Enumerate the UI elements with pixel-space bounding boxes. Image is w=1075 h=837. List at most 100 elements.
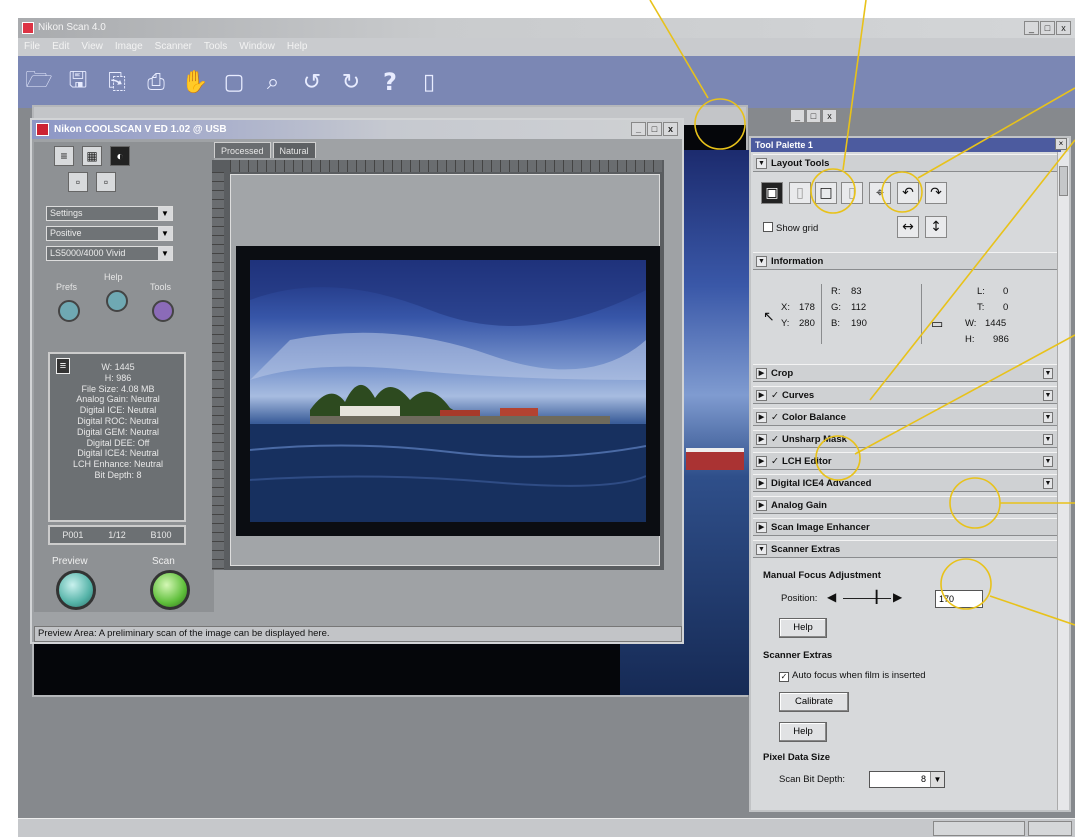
save-icon[interactable]: 🖫 (63, 67, 93, 97)
section-information[interactable]: ▼ Information (753, 252, 1057, 270)
chevron-down-icon[interactable]: ▼ (1043, 368, 1053, 379)
rotate-right-icon[interactable]: ↻ (336, 67, 366, 97)
menu-image[interactable]: Image (115, 38, 143, 56)
expand-triangle-icon[interactable]: ▶ (756, 500, 767, 511)
tab-processed[interactable]: Processed (214, 142, 271, 158)
flip-horizontal-icon[interactable]: ↔ (897, 216, 919, 238)
minimize-button[interactable]: _ (631, 122, 646, 136)
menu-view[interactable]: View (81, 38, 103, 56)
show-grid-checkbox[interactable]: Show grid (763, 222, 818, 234)
crop-icon[interactable]: ▢ (219, 67, 249, 97)
collapse-triangle-icon[interactable]: ▼ (756, 544, 767, 555)
zoom-tool-icon[interactable]: ▯ (841, 182, 863, 204)
autofocus-checkbox[interactable]: ✓ Auto focus when film is inserted (779, 670, 926, 682)
chevron-down-icon[interactable]: ▼ (1043, 434, 1053, 445)
color-model-dropdown[interactable]: LS5000/4000 Vivid ▼ (46, 246, 173, 261)
collapse-triangle-icon[interactable]: ▼ (756, 256, 767, 267)
section-curves[interactable]: ▶ ✓ Curves ▼ (753, 386, 1057, 404)
eject-left-icon[interactable]: ▫ (68, 172, 88, 192)
slider-left-arrow-icon[interactable]: ◀ (827, 590, 836, 604)
section-color-balance[interactable]: ▶ ✓ Color Balance ▼ (753, 408, 1057, 426)
copy-icon[interactable]: ⎘ (102, 67, 132, 97)
expand-triangle-icon[interactable]: ▶ (756, 478, 767, 489)
expand-triangle-icon[interactable]: ▶ (756, 412, 767, 423)
check-mark-icon[interactable]: ✓ (771, 412, 779, 423)
settings-dropdown[interactable]: Settings ▼ (46, 206, 173, 221)
minimize-button[interactable]: _ (1024, 21, 1039, 35)
tab-natural[interactable]: Natural (272, 142, 316, 158)
flip-vertical-icon[interactable]: ↕ (925, 216, 947, 238)
section-digital-ice4[interactable]: ▶ Digital ICE4 Advanced ▼ (753, 474, 1057, 492)
check-mark-icon[interactable]: ✓ (771, 434, 779, 445)
expand-triangle-icon[interactable]: ▶ (756, 434, 767, 445)
info-list-icon[interactable]: ≡ (56, 358, 70, 374)
hand-tool-icon[interactable]: ▯ (789, 182, 811, 204)
prefs-button[interactable] (58, 300, 80, 322)
autofocus-check-icon[interactable]: ✓ (779, 672, 789, 682)
close-button[interactable]: x (663, 122, 678, 136)
check-mark-icon[interactable]: ✓ (771, 456, 779, 467)
check-mark-icon[interactable]: ✓ (771, 390, 779, 401)
white-balance-picker-icon[interactable]: ⌖ (869, 182, 891, 204)
open-folder-icon[interactable]: 🗁 (24, 67, 54, 97)
film-type-icon[interactable]: ≡ (54, 146, 74, 166)
section-scanner-extras[interactable]: ▼ Scanner Extras (753, 540, 1057, 558)
color-mode-icon[interactable]: ◐ (110, 146, 130, 166)
section-scan-image-enhancer[interactable]: ▶ Scan Image Enhancer (753, 518, 1057, 536)
film-type-dropdown[interactable]: Positive ▼ (46, 226, 173, 241)
palette-close-button[interactable]: × (1055, 138, 1067, 150)
rotate-cw-icon[interactable]: ↷ (925, 182, 947, 204)
calibrate-button[interactable]: Calibrate (779, 692, 849, 712)
scrollbar-thumb[interactable] (1059, 166, 1068, 196)
menu-window[interactable]: Window (239, 38, 275, 56)
chevron-down-icon[interactable]: ▼ (1043, 456, 1053, 467)
focus-position-input[interactable]: 170 (935, 590, 983, 608)
close-button[interactable]: x (1056, 21, 1071, 35)
expand-triangle-icon[interactable]: ▶ (756, 456, 767, 467)
menu-help[interactable]: Help (287, 38, 308, 56)
help-button-extras[interactable]: Help (779, 722, 827, 742)
crop-tool-icon[interactable]: □ (815, 182, 837, 204)
help-button[interactable] (106, 290, 128, 312)
focus-slider-thumb[interactable]: ┃ (873, 590, 880, 604)
menu-edit[interactable]: Edit (52, 38, 69, 56)
help-icon[interactable]: ? (375, 67, 405, 97)
preview-image[interactable] (250, 260, 646, 522)
help-button-focus[interactable]: Help (779, 618, 827, 638)
show-grid-check-icon[interactable] (763, 222, 773, 232)
maximize-button[interactable]: □ (806, 109, 821, 123)
slider-right-arrow-icon[interactable]: ▶ (893, 590, 902, 604)
menu-scanner[interactable]: Scanner (155, 38, 192, 56)
close-button[interactable]: x (822, 109, 837, 123)
section-layout-tools[interactable]: ▼ Layout Tools (753, 154, 1057, 172)
minimize-button[interactable]: _ (790, 109, 805, 123)
expand-triangle-icon[interactable]: ▶ (756, 390, 767, 401)
section-analog-gain[interactable]: ▶ Analog Gain (753, 496, 1057, 514)
preview-button[interactable] (56, 570, 96, 610)
info-icon[interactable]: ▯ (414, 67, 444, 97)
app-system-icon[interactable] (22, 22, 34, 34)
layout-view-icon[interactable]: ▣ (761, 182, 783, 204)
maximize-button[interactable]: □ (647, 122, 662, 136)
expand-triangle-icon[interactable]: ▶ (756, 522, 767, 533)
print-icon[interactable]: ⎙ (141, 67, 171, 97)
chevron-down-icon[interactable]: ▼ (1043, 390, 1053, 401)
menu-file[interactable]: File (24, 38, 40, 56)
section-crop[interactable]: ▶ Crop ▼ (753, 364, 1057, 382)
palette-scrollbar[interactable] (1057, 152, 1069, 810)
section-lch-editor[interactable]: ▶ ✓ LCH Editor ▼ (753, 452, 1057, 470)
bit-depth-select[interactable]: 8 ▼ (869, 771, 945, 788)
rotate-left-icon[interactable]: ↺ (297, 67, 327, 97)
eject-right-icon[interactable]: ▫ (96, 172, 116, 192)
chevron-down-icon[interactable]: ▼ (1043, 412, 1053, 423)
hand-icon[interactable]: ✋ (180, 67, 210, 97)
zoom-icon[interactable]: ⌕ (258, 67, 288, 97)
chevron-down-icon[interactable]: ▼ (1043, 478, 1053, 489)
collapse-triangle-icon[interactable]: ▼ (756, 158, 767, 169)
menu-tools[interactable]: Tools (204, 38, 227, 56)
maximize-button[interactable]: □ (1040, 21, 1055, 35)
section-unsharp-mask[interactable]: ▶ ✓ Unsharp Mask ▼ (753, 430, 1057, 448)
focus-slider-track[interactable] (843, 598, 891, 599)
rotate-ccw-icon[interactable]: ↶ (897, 182, 919, 204)
tools-button[interactable] (152, 300, 174, 322)
